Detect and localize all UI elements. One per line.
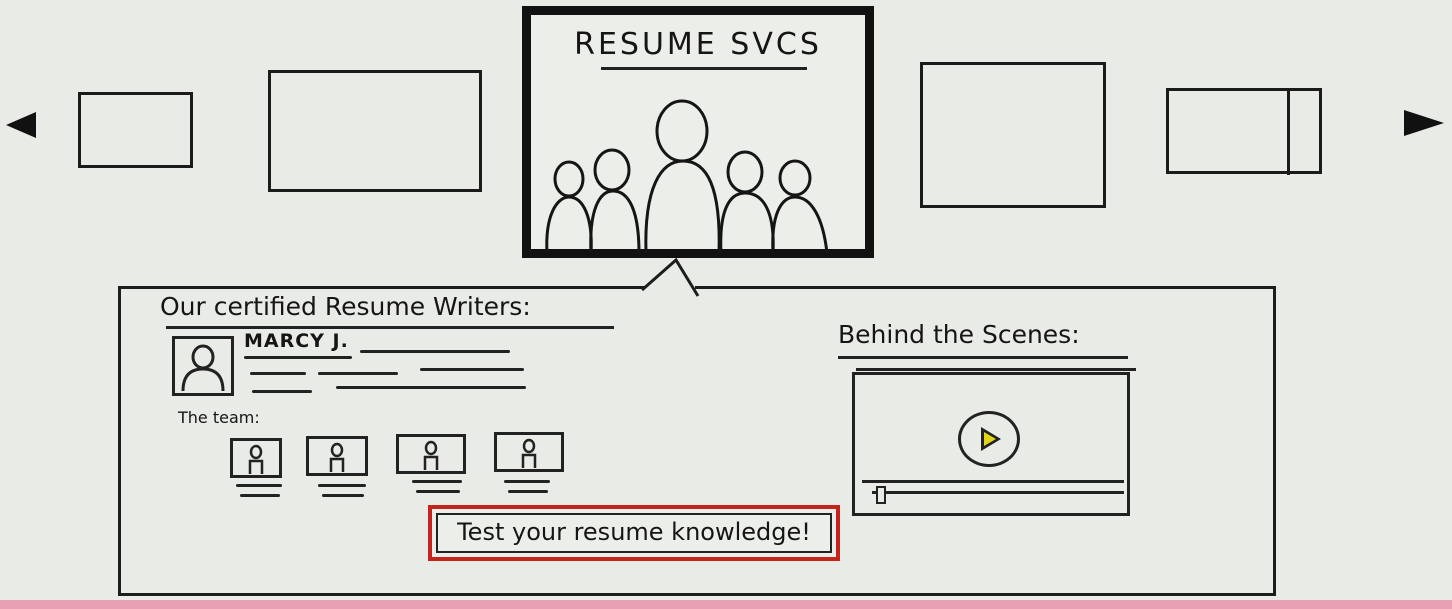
team-member-caption xyxy=(240,494,280,497)
team-member-caption xyxy=(318,484,366,487)
team-member-caption xyxy=(322,494,364,497)
carousel-next-arrow-icon[interactable] xyxy=(1404,110,1444,136)
resume-quiz-button[interactable]: Test your resume knowledge! xyxy=(428,505,840,561)
writer-avatar[interactable] xyxy=(172,336,234,396)
group-of-people-illustration xyxy=(545,99,829,254)
writer-bio-line xyxy=(250,372,306,375)
featured-title-underline xyxy=(601,67,807,70)
writer-bio-line xyxy=(336,386,526,389)
carousel-prev-arrow-icon[interactable] xyxy=(6,112,36,138)
team-member-caption xyxy=(504,480,550,483)
play-icon-fill xyxy=(984,432,996,446)
video-progress-track xyxy=(872,491,1124,494)
team-member-caption xyxy=(236,484,282,487)
team-member-caption xyxy=(508,490,548,493)
writer-bio-line xyxy=(360,350,510,353)
person-icon xyxy=(329,442,345,472)
person-icon xyxy=(181,344,225,392)
team-member-1[interactable] xyxy=(230,438,282,478)
person-icon xyxy=(423,440,439,470)
writer-bio-line xyxy=(252,390,312,393)
team-member-caption xyxy=(416,490,460,493)
team-member-3[interactable] xyxy=(396,434,466,474)
carousel-thumbnail-2[interactable] xyxy=(268,70,482,192)
carousel-thumbnail-4[interactable] xyxy=(1166,88,1322,175)
video-progress-bar[interactable] xyxy=(862,480,1124,504)
writers-title-underline xyxy=(166,326,614,329)
team-label: The team: xyxy=(178,408,260,427)
writer-bio-line xyxy=(420,368,524,371)
thumbnail-divider xyxy=(1287,89,1290,175)
play-button[interactable] xyxy=(958,411,1020,467)
team-member-2[interactable] xyxy=(306,436,368,476)
carousel-featured-slide[interactable]: RESUME SVCS xyxy=(522,6,874,258)
writers-section-title: Our certified Resume Writers: xyxy=(160,292,531,321)
team-member-caption xyxy=(412,480,462,483)
person-icon xyxy=(521,438,537,468)
behind-the-scenes-title: Behind the Scenes: xyxy=(838,320,1080,349)
video-top-border xyxy=(856,368,1136,371)
carousel-thumbnail-1[interactable] xyxy=(78,92,193,168)
carousel-thumbnail-3[interactable] xyxy=(920,62,1106,208)
writer-bio-line xyxy=(318,372,398,375)
team-member-4[interactable] xyxy=(494,432,564,472)
behind-the-scenes-underline xyxy=(838,356,1128,359)
writer-name: MARCY J. xyxy=(244,330,349,352)
panel-pointer-icon xyxy=(641,258,700,297)
writer-name-underline xyxy=(244,356,352,359)
featured-slide-title: RESUME SVCS xyxy=(574,27,822,62)
video-controls-divider xyxy=(862,480,1124,483)
person-icon xyxy=(248,444,264,474)
video-scrubber-handle[interactable] xyxy=(876,486,886,504)
bottom-strip xyxy=(0,600,1452,609)
